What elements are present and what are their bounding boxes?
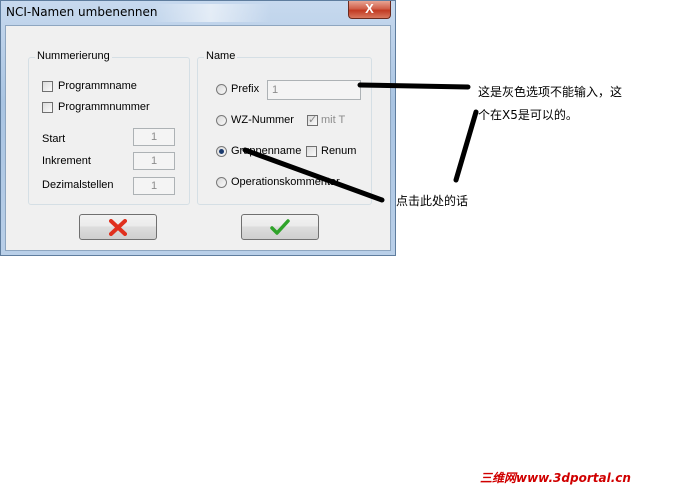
annotation-note-grey-option: 这是灰色选项不能输入，这个在X5是可以的。 (478, 85, 623, 122)
arrow-to-group-name (242, 147, 385, 203)
arrow-to-prefix (357, 82, 471, 90)
annotation-note-click-here: 点击此处的话 (396, 194, 469, 208)
arrow-from-note (453, 109, 479, 183)
annotation-strokes (242, 82, 479, 203)
watermark: 三维网www.3dportal.cn (480, 471, 631, 485)
